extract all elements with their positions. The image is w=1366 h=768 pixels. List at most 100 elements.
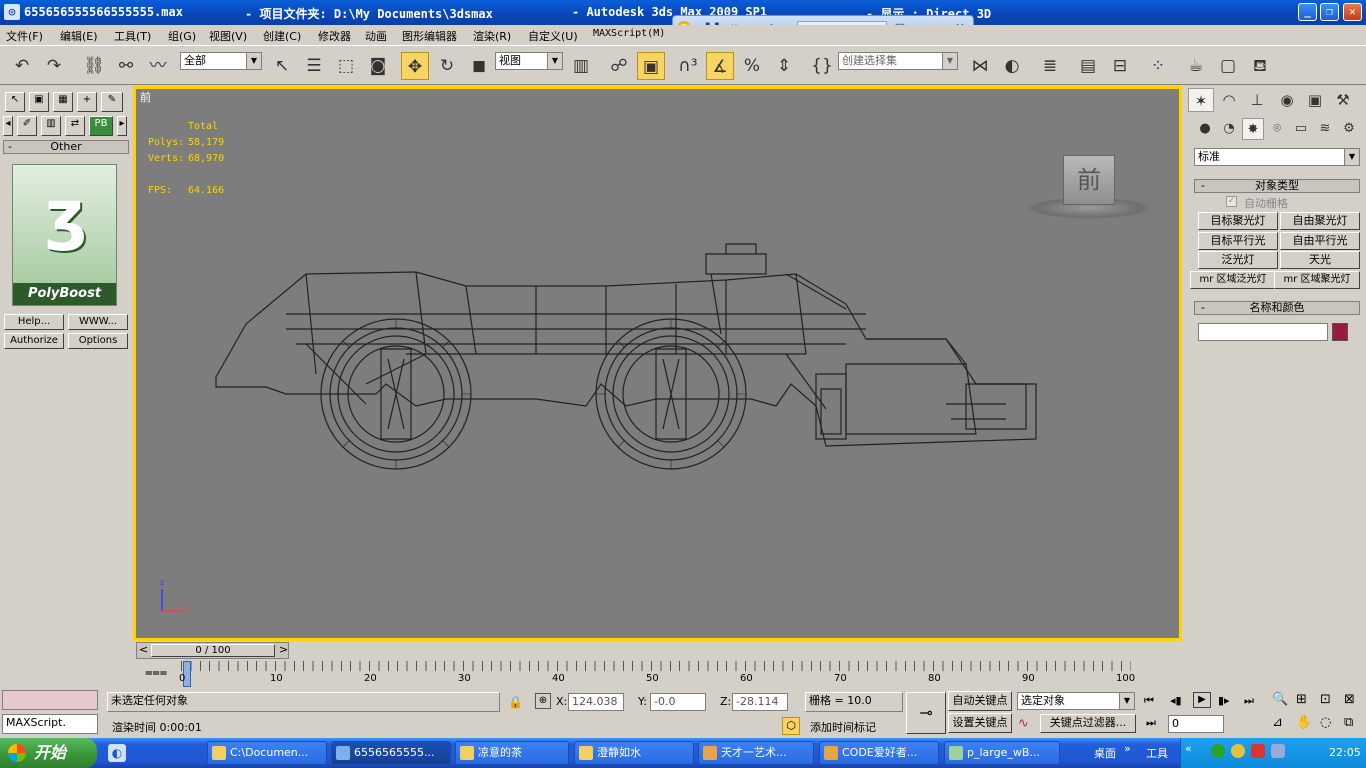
time-slider[interactable]: < 0 / 100 > <box>136 642 289 659</box>
render-setup-icon[interactable]: ☕ <box>1182 52 1210 80</box>
omni-button[interactable]: 泛光灯 <box>1198 251 1278 269</box>
layer-manager-icon[interactable]: ≣ <box>1036 52 1064 80</box>
geometry-icon[interactable]: ● <box>1194 118 1216 140</box>
task-window-3[interactable]: 凉意的茶 <box>455 741 569 765</box>
spinner-snap-icon[interactable]: ⇕ <box>770 52 798 80</box>
default-tangent-icon[interactable]: ∿ <box>1018 716 1029 731</box>
x-coordinate-field[interactable]: 124.038 <box>568 693 624 711</box>
authorize-button[interactable]: Authorize <box>4 333 64 349</box>
menu-customize[interactable]: 自定义(U) <box>528 28 578 44</box>
bind-space-warp-icon[interactable]: 〰 <box>144 52 172 80</box>
angle-snap-icon[interactable]: ∡ <box>706 52 734 80</box>
other-rollout-header[interactable]: - Other <box>3 140 129 154</box>
antivirus-icon[interactable] <box>1251 744 1265 758</box>
field-of-view-icon[interactable]: ⊿ <box>1272 715 1283 730</box>
maximize-button[interactable]: ❐ <box>1320 3 1339 21</box>
menu-animation[interactable]: 动画 <box>365 28 387 44</box>
front-viewport[interactable]: 前 Total Polys: 58,179 Verts: 68,970 FPS:… <box>133 86 1182 641</box>
reference-coordinate-select[interactable]: 视图 ▼ <box>495 52 563 70</box>
pb-tool-icon[interactable]: PB <box>89 116 113 136</box>
paint-tool-icon[interactable]: ✐ <box>17 116 37 136</box>
target-spot-button[interactable]: 目标聚光灯 <box>1198 212 1278 230</box>
schematic-view-icon[interactable]: ⊟ <box>1106 52 1134 80</box>
menu-file[interactable]: 文件(F) <box>6 28 43 44</box>
help-button[interactable]: Help... <box>4 314 64 330</box>
space-warps-icon[interactable]: ≋ <box>1314 118 1336 140</box>
utilities-tab-icon[interactable]: ⚒ <box>1330 88 1356 112</box>
menu-tools[interactable]: 工具(T) <box>114 28 151 44</box>
select-and-move-icon[interactable]: ✥ <box>401 52 429 80</box>
tray-expand-icon[interactable]: « <box>1185 742 1192 755</box>
scroll-left-icon[interactable]: ◂ <box>3 116 13 136</box>
autogrid-checkbox[interactable]: ✓ <box>1226 196 1237 207</box>
toolbar-chevron-icon[interactable]: » <box>1124 742 1131 755</box>
task-window-7[interactable]: p_large_wB... <box>944 741 1060 765</box>
mr-area-omni-button[interactable]: mr 区域泛光灯 <box>1190 271 1276 289</box>
skylight-button[interactable]: 天光 <box>1280 251 1360 269</box>
volume-tray-icon[interactable] <box>1271 744 1285 758</box>
key-mode-toggle-icon[interactable]: ⏭ <box>1146 716 1156 730</box>
app-icon[interactable]: ◎ <box>4 4 20 20</box>
helpers-icon[interactable]: ▭ <box>1290 118 1312 140</box>
zoom-extents-all-icon[interactable]: ⊠ <box>1344 692 1355 707</box>
undo-icon[interactable]: ↶ <box>8 52 36 80</box>
menu-create[interactable]: 创建(C) <box>263 28 301 44</box>
unlink-icon[interactable]: ⚯ <box>112 52 140 80</box>
target-direct-button[interactable]: 目标平行光 <box>1198 232 1278 250</box>
hierarchy-tab-icon[interactable]: ⊥ <box>1244 88 1270 112</box>
select-by-name-icon[interactable]: ☰ <box>300 52 328 80</box>
time-tag-icon[interactable]: ⬡ <box>782 717 800 735</box>
select-and-scale-icon[interactable]: ◼ <box>465 52 493 80</box>
box-tool-icon[interactable]: ▣ <box>29 92 49 112</box>
edit-named-selection-icon[interactable]: {} <box>808 52 836 80</box>
time-slider-right-icon[interactable]: > <box>279 643 288 656</box>
goto-start-icon[interactable]: ⏮ <box>1144 694 1154 708</box>
systems-icon[interactable]: ⚙ <box>1338 118 1360 140</box>
menu-graph-editors[interactable]: 图形编辑器 <box>402 28 457 44</box>
next-frame-icon[interactable]: ▮▸ <box>1218 694 1230 707</box>
zoom-all-icon[interactable]: ⊞ <box>1296 692 1307 707</box>
previous-frame-icon[interactable]: ◂▮ <box>1170 694 1182 707</box>
object-color-swatch[interactable] <box>1332 323 1348 341</box>
current-frame-field[interactable]: 0 <box>1168 715 1224 733</box>
viewport-label[interactable]: 前 <box>140 89 151 105</box>
free-spot-button[interactable]: 自由聚光灯 <box>1280 212 1360 230</box>
menu-modifiers[interactable]: 修改器 <box>318 28 351 44</box>
select-link-icon[interactable]: ⛓ <box>80 52 108 80</box>
quick-launch-icon[interactable]: ◐ <box>108 744 126 762</box>
scroll-right-icon[interactable]: ▸ <box>117 116 127 136</box>
modify-tab-icon[interactable]: ◠ <box>1216 88 1242 112</box>
lock-icon[interactable]: 🔒 <box>508 695 523 709</box>
render-production-icon[interactable]: ⛾ <box>1246 52 1274 80</box>
menu-maxscript[interactable]: MAXScript(M) <box>593 28 665 39</box>
qq-icon[interactable] <box>1231 744 1245 758</box>
tools-toolbar[interactable]: 工具 <box>1146 745 1168 761</box>
task-3dsmax[interactable]: 6556565555... <box>331 741 451 765</box>
auto-key-button[interactable]: 自动关键点 <box>948 691 1012 711</box>
network-icon[interactable] <box>1211 744 1225 758</box>
object-type-rollout-header[interactable]: - 对象类型 <box>1194 179 1360 193</box>
time-slider-left-icon[interactable]: < <box>139 643 148 656</box>
menu-group[interactable]: 组(G) <box>168 28 196 44</box>
z-coordinate-field[interactable]: -28.114 <box>732 693 788 711</box>
light-category-select[interactable]: 标准 ▼ <box>1194 148 1360 166</box>
object-name-input[interactable] <box>1198 323 1328 341</box>
zoom-extents-icon[interactable]: ⊡ <box>1320 692 1331 707</box>
viewcube-face[interactable]: 前 <box>1063 155 1115 205</box>
curve-editor-icon[interactable]: ▤ <box>1074 52 1102 80</box>
selection-filter-select[interactable]: 全部 ▼ <box>180 52 262 70</box>
percent-snap-icon[interactable]: % <box>738 52 766 80</box>
goto-end-icon[interactable]: ⏭ <box>1244 694 1254 708</box>
grid-tool-icon[interactable]: ▦ <box>53 92 73 112</box>
mirror-icon[interactable]: ⋈ <box>966 52 994 80</box>
loop-tool-icon[interactable]: ⇄ <box>65 116 85 136</box>
key-mode-select[interactable]: 选定对象 ▼ <box>1017 692 1135 710</box>
redo-icon[interactable]: ↷ <box>40 52 68 80</box>
manipulate-icon[interactable]: ☍ <box>605 52 633 80</box>
plus-tool-icon[interactable]: + <box>77 92 97 112</box>
add-time-tag-button[interactable]: 添加时间标记 <box>810 719 876 735</box>
select-and-rotate-icon[interactable]: ↻ <box>433 52 461 80</box>
www-button[interactable]: WWW... <box>68 314 128 330</box>
task-explorer[interactable]: C:\Documen... <box>207 741 327 765</box>
shapes-icon[interactable]: ◔ <box>1218 118 1240 140</box>
